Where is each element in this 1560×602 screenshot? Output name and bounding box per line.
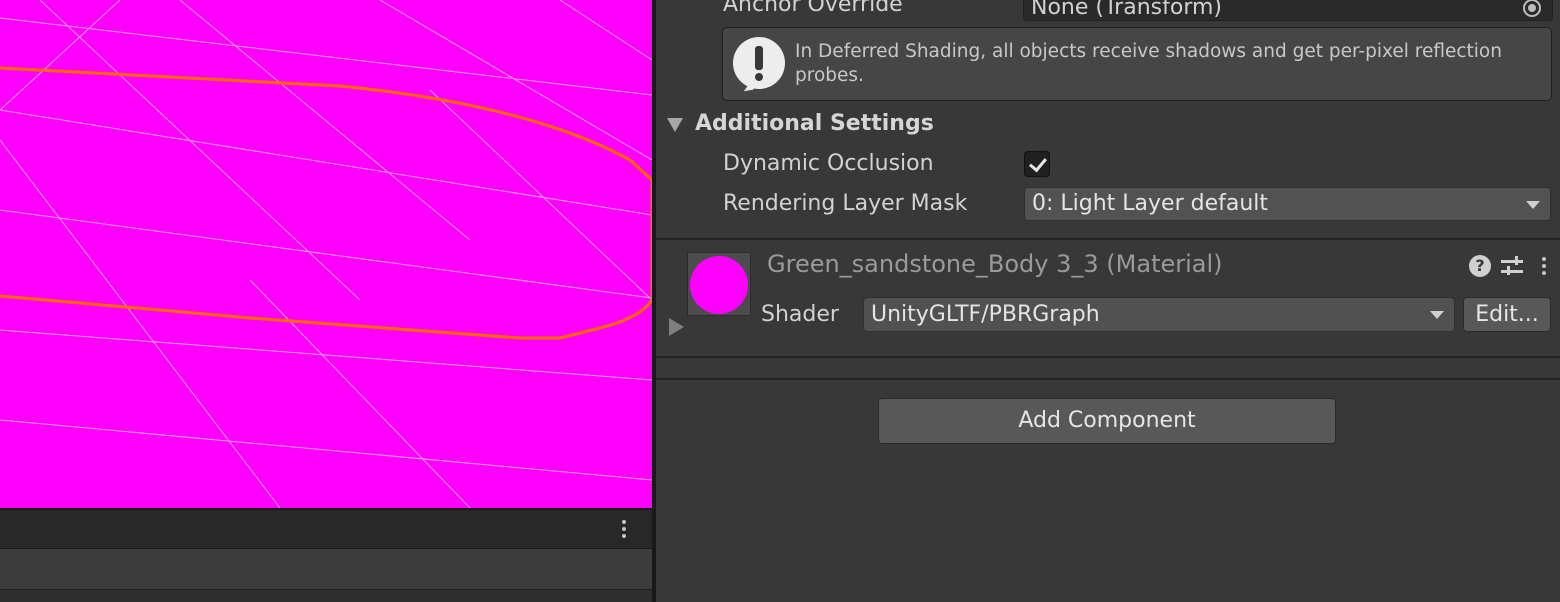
scene-viewport[interactable] [0,0,652,508]
shader-dropdown[interactable]: UnityGLTF/PBRGraph [863,297,1455,332]
rendering-layer-mask-value: 0: Light Layer default [1032,191,1269,216]
rendering-layer-mask-label: Rendering Layer Mask [723,191,968,216]
inspector-panel: Anchor Override None (Transform) In Defe… [656,0,1560,602]
deferred-shading-help-box: In Deferred Shading, all objects receive… [722,27,1552,101]
wireframe-grid [0,0,652,508]
component-separator [656,238,1560,240]
selection-outline [0,66,652,340]
object-picker-icon[interactable] [1523,0,1541,17]
more-options-icon[interactable] [621,517,627,541]
material-preview-sphere [690,256,748,314]
add-component-button[interactable]: Add Component [878,398,1336,444]
dynamic-occlusion-label: Dynamic Occlusion [723,151,934,176]
component-separator [656,378,1560,380]
edit-shader-button[interactable]: Edit... [1463,297,1551,332]
bottom-panel-footer [0,589,652,602]
bottom-toolbar [0,510,652,549]
chevron-down-icon [1430,311,1444,319]
foldout-collapsed-icon[interactable] [669,318,684,336]
shader-value: UnityGLTF/PBRGraph [871,302,1100,327]
material-title: Green_sandstone_Body 3_3 (Material) [767,250,1223,278]
foldout-expanded-icon[interactable] [667,118,683,132]
anchor-override-label: Anchor Override [723,0,903,17]
additional-settings-header[interactable]: Additional Settings [695,111,934,136]
anchor-override-field[interactable]: None (Transform) [1023,0,1553,21]
rendering-layer-mask-dropdown[interactable]: 0: Light Layer default [1024,187,1551,221]
checkmark-icon [1029,153,1047,173]
presets-icon[interactable] [1501,255,1523,277]
chevron-down-icon [1526,201,1540,209]
bottom-panel-strip [0,549,652,589]
warning-icon [733,37,785,89]
component-menu-icon[interactable] [1541,254,1547,278]
material-preview-thumbnail[interactable] [687,252,751,316]
unity-editor: Anchor Override None (Transform) In Defe… [0,0,1560,602]
component-separator [656,356,1560,358]
scene-geometry [0,0,652,508]
shader-label: Shader [761,302,839,327]
help-icon[interactable]: ? [1469,255,1491,277]
anchor-override-value: None (Transform) [1031,0,1222,20]
dynamic-occlusion-checkbox[interactable] [1024,151,1050,177]
help-box-text: In Deferred Shading, all objects receive… [795,41,1502,86]
